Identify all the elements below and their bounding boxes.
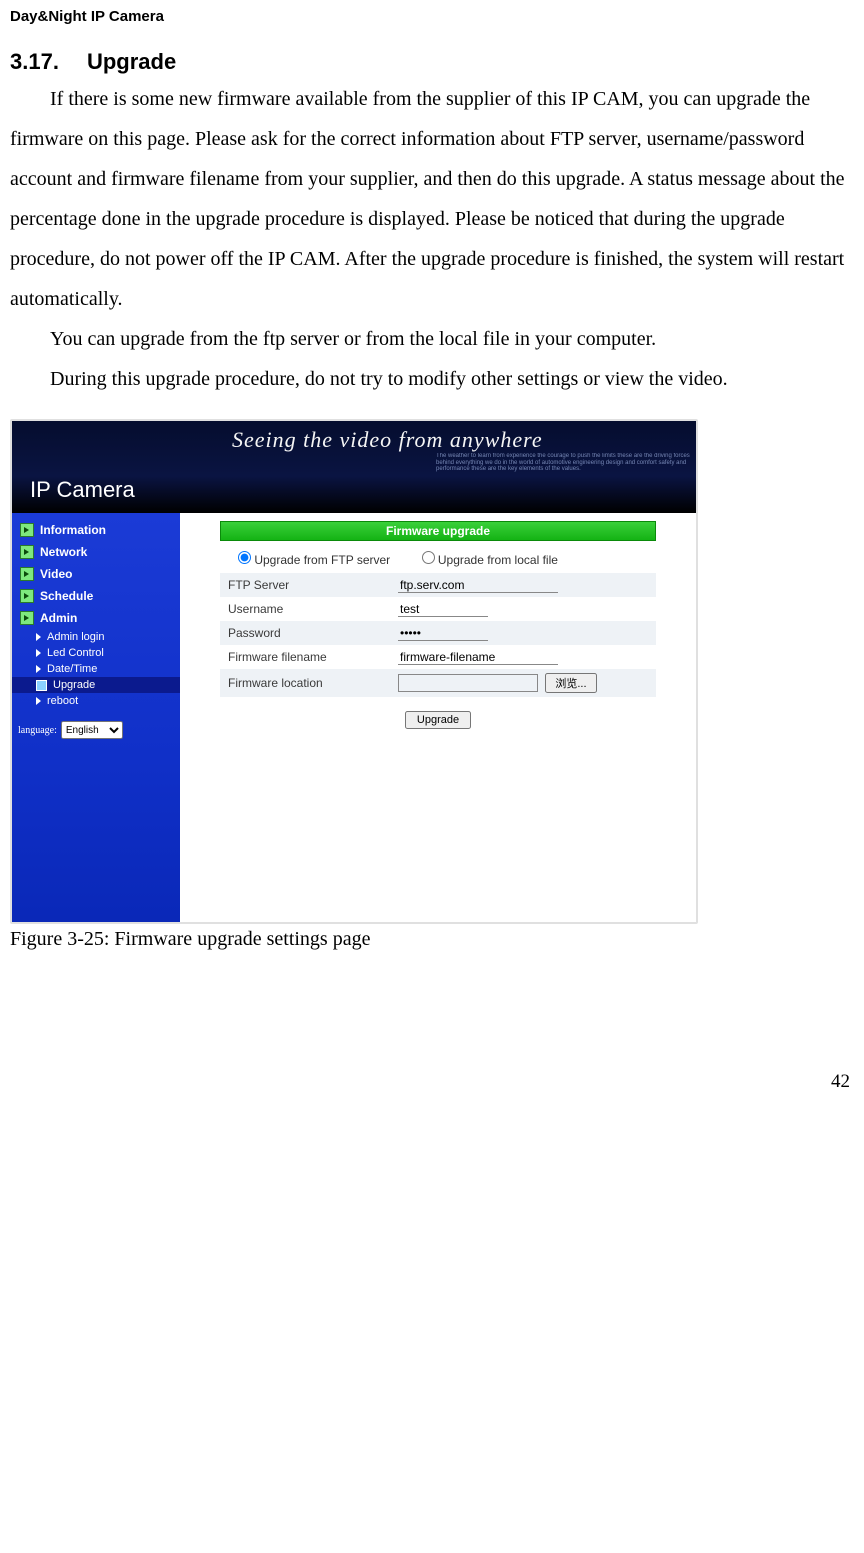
expand-icon (20, 523, 34, 537)
radio-upgrade-ftp[interactable]: Upgrade from FTP server (238, 553, 390, 567)
expand-icon (20, 567, 34, 581)
expand-icon (20, 611, 34, 625)
browse-button[interactable]: 浏览... (545, 673, 596, 693)
sidebar-subitem-reboot[interactable]: reboot (12, 693, 180, 709)
language-label: language: (18, 725, 57, 736)
banner-slogan: Seeing the video from anywhere (232, 427, 543, 453)
panel-title: Firmware upgrade (220, 521, 656, 541)
screenshot-figure: Seeing the video from anywhere IP Camera… (10, 419, 698, 924)
radio-local-input[interactable] (422, 551, 435, 564)
sidebar-item-label: Information (40, 523, 106, 537)
firmware-location-input[interactable] (398, 674, 538, 692)
sidebar-subitem-admin-login[interactable]: Admin login (12, 629, 180, 645)
sidebar-subitem-led-control[interactable]: Led Control (12, 645, 180, 661)
radio-ftp-label: Upgrade from FTP server (254, 553, 390, 567)
sidebar-subitem-upgrade[interactable]: Upgrade (12, 677, 180, 693)
arrow-icon (36, 633, 41, 641)
sidebar-item-information[interactable]: Information (12, 519, 180, 541)
firmware-filename-label: Firmware filename (220, 645, 390, 669)
ftp-server-input[interactable] (398, 577, 558, 593)
expand-icon (20, 589, 34, 603)
figure-caption: Figure 3-25: Firmware upgrade settings p… (10, 928, 854, 951)
radio-local-label: Upgrade from local file (438, 553, 558, 567)
sidebar-item-label: reboot (47, 695, 78, 707)
password-label: Password (220, 621, 390, 645)
sidebar-item-label: Admin login (47, 631, 104, 643)
username-input[interactable] (398, 601, 488, 617)
paragraph-3: During this upgrade procedure, do not tr… (10, 359, 854, 399)
radio-upgrade-local[interactable]: Upgrade from local file (422, 553, 558, 567)
radio-ftp-input[interactable] (238, 551, 251, 564)
sidebar-item-schedule[interactable]: Schedule (12, 585, 180, 607)
ftp-server-label: FTP Server (220, 573, 390, 597)
firmware-location-label: Firmware location (220, 669, 390, 697)
content-panel: Firmware upgrade Upgrade from FTP server… (180, 513, 696, 922)
sidebar-item-label: Upgrade (53, 679, 95, 691)
sidebar: Information Network Video Schedule Admin… (12, 513, 180, 922)
arrow-icon (36, 649, 41, 657)
upgrade-button[interactable]: Upgrade (405, 711, 471, 729)
sidebar-item-label: Date/Time (47, 663, 97, 675)
language-select[interactable]: English (61, 721, 123, 739)
sidebar-item-network[interactable]: Network (12, 541, 180, 563)
firmware-filename-input[interactable] (398, 649, 558, 665)
arrow-icon (36, 697, 41, 705)
password-input[interactable] (398, 625, 488, 641)
banner: Seeing the video from anywhere IP Camera… (12, 421, 696, 513)
sidebar-item-admin[interactable]: Admin (12, 607, 180, 629)
sidebar-item-label: Network (40, 545, 87, 559)
paragraph-2: You can upgrade from the ftp server or f… (10, 319, 854, 359)
sidebar-item-video[interactable]: Video (12, 563, 180, 585)
section-title: Upgrade (87, 49, 176, 74)
arrow-icon (36, 665, 41, 673)
banner-decor-text: The weather to learn from experience the… (436, 453, 696, 473)
username-label: Username (220, 597, 390, 621)
sidebar-item-label: Led Control (47, 647, 104, 659)
sidebar-item-label: Schedule (40, 589, 93, 603)
page-number: 42 (10, 1071, 854, 1093)
sidebar-subitem-date-time[interactable]: Date/Time (12, 661, 180, 677)
sidebar-item-label: Admin (40, 611, 77, 625)
paragraph-1: If there is some new firmware available … (10, 79, 854, 319)
sidebar-item-label: Video (40, 567, 72, 581)
active-indicator-icon (36, 680, 47, 691)
section-number: 3.17. (10, 49, 59, 74)
expand-icon (20, 545, 34, 559)
banner-logo: IP Camera (30, 477, 135, 503)
running-head: Day&Night IP Camera (10, 0, 854, 49)
